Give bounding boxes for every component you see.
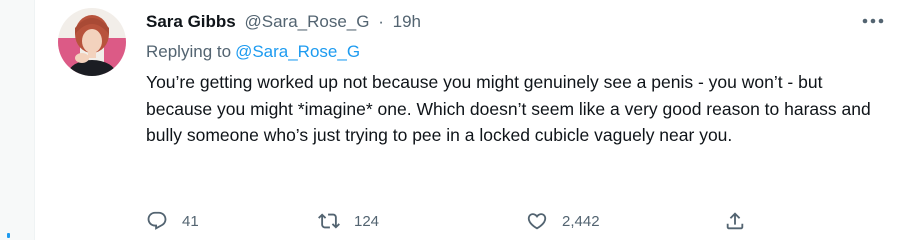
replying-to-mention[interactable]: @Sara_Rose_G bbox=[235, 42, 360, 61]
rail-mark bbox=[7, 233, 10, 238]
separator-dot: · bbox=[378, 12, 384, 31]
tweet-text: You’re getting worked up not because you… bbox=[146, 72, 871, 145]
retweet-button[interactable]: 124 bbox=[318, 208, 379, 234]
display-name[interactable]: Sara Gibbs bbox=[146, 12, 236, 31]
avatar[interactable] bbox=[58, 8, 126, 76]
user-handle[interactable]: @Sara_Rose_G bbox=[245, 12, 370, 31]
like-button[interactable]: 2,442 bbox=[526, 208, 600, 234]
retweet-count: 124 bbox=[354, 212, 380, 230]
left-rail bbox=[0, 0, 35, 240]
retweet-icon bbox=[318, 213, 340, 229]
timestamp[interactable]: 19h bbox=[393, 12, 421, 31]
replying-to: Replying to @Sara_Rose_G bbox=[146, 40, 891, 64]
tweet-content: Sara Gibbs @Sara_Rose_G · 19h Replying t… bbox=[146, 10, 891, 149]
tweet-actions: 41 124 2,442 bbox=[146, 208, 786, 234]
share-icon bbox=[726, 212, 744, 230]
heart-icon bbox=[527, 213, 547, 230]
avatar-image bbox=[58, 8, 126, 76]
tweet-page: Sara Gibbs @Sara_Rose_G · 19h Replying t… bbox=[0, 0, 906, 240]
more-options-button[interactable] bbox=[860, 10, 886, 32]
reply-icon bbox=[147, 211, 167, 230]
more-icon bbox=[862, 18, 884, 24]
tweet-header: Sara Gibbs @Sara_Rose_G · 19h bbox=[146, 10, 891, 34]
like-count: 2,442 bbox=[562, 212, 600, 230]
reply-button[interactable]: 41 bbox=[146, 208, 199, 234]
replying-to-label: Replying to bbox=[146, 42, 232, 61]
share-button[interactable] bbox=[724, 208, 746, 234]
reply-count: 41 bbox=[182, 212, 199, 230]
